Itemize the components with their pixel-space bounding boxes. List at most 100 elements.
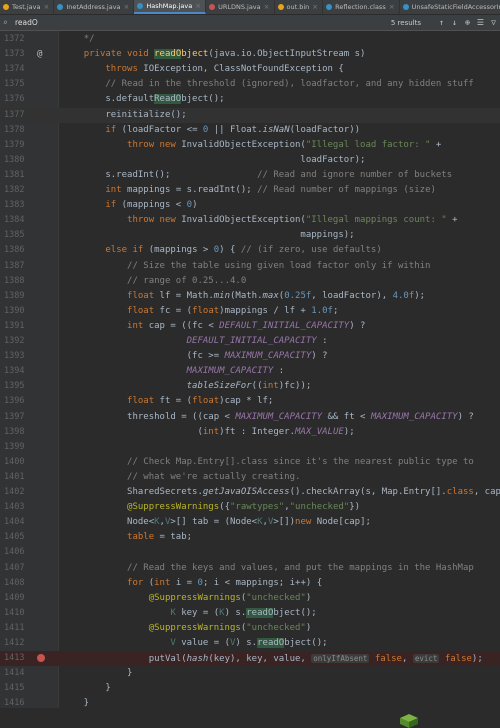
code-text[interactable]: table = tab; — [62, 530, 192, 545]
tab-5[interactable]: Reflection.class × — [323, 0, 400, 14]
code-text[interactable]: // what we're actually creating. — [62, 470, 300, 485]
code-line[interactable]: 1392 DEFAULT_INITIAL_CAPACITY : — [0, 334, 500, 349]
add-selection-icon[interactable]: ⊕ — [461, 18, 474, 27]
close-tab-icon[interactable]: × — [312, 0, 318, 14]
code-line[interactable]: 1388 // range of 0.25...4.0 — [0, 274, 500, 289]
code-line[interactable]: 1409 @SuppressWarnings("unchecked") — [0, 591, 500, 606]
code-text[interactable]: MAXIMUM_CAPACITY : — [62, 364, 285, 379]
code-text[interactable]: putVal(hash(key), key, value, onlyIfAbse… — [62, 651, 483, 667]
code-text[interactable]: DEFAULT_INITIAL_CAPACITY : — [62, 334, 328, 349]
filter-icon[interactable]: ▽ — [487, 18, 500, 27]
code-line[interactable]: 1412 V value = (V) s.readObject(); — [0, 636, 500, 651]
tab-2[interactable]: HashMap.java × — [134, 0, 207, 14]
code-line[interactable]: 1381 s.readInt(); // Read and ignore num… — [0, 168, 500, 183]
close-tab-icon[interactable]: × — [44, 0, 50, 14]
code-line[interactable]: 1384 throw new InvalidObjectException("I… — [0, 213, 500, 228]
code-text[interactable]: float lf = Math.min(Math.max(0.25f, load… — [62, 289, 425, 304]
code-line[interactable]: 1401 // what we're actually creating. — [0, 470, 500, 485]
code-line[interactable]: 1375 // Read in the threshold (ignored),… — [0, 77, 500, 92]
tab-0[interactable]: Test.java × — [0, 0, 55, 14]
code-line[interactable]: 1411 @SuppressWarnings("unchecked") — [0, 621, 500, 636]
code-text[interactable]: throw new InvalidObjectException("Illega… — [62, 213, 458, 228]
tab-3[interactable]: URLDNS.java × — [206, 0, 275, 14]
select-all-occurrences-icon[interactable]: ☰ — [474, 18, 487, 27]
code-line[interactable]: 1373 @ private void readObject(java.io.Ob… — [0, 47, 500, 62]
code-line[interactable]: 1379 throw new InvalidObjectException("I… — [0, 138, 500, 153]
code-text[interactable]: throws IOException, ClassNotFoundExcepti… — [62, 62, 343, 77]
code-line[interactable]: 1374 throws IOException, ClassNotFoundEx… — [0, 62, 500, 77]
code-text[interactable]: (int)ft : Integer.MAX_VALUE); — [62, 425, 354, 440]
code-text[interactable]: } — [62, 666, 132, 681]
code-text[interactable]: mappings); — [62, 228, 354, 243]
code-text[interactable]: loadFactor); — [62, 153, 365, 168]
code-text[interactable]: (fc >= MAXIMUM_CAPACITY) ? — [62, 349, 328, 364]
code-line[interactable]: 1391 int cap = ((fc < DEFAULT_INITIAL_CA… — [0, 319, 500, 334]
code-text[interactable]: private void readObject(java.io.ObjectIn… — [62, 47, 365, 62]
close-tab-icon[interactable]: × — [124, 0, 130, 14]
code-line[interactable]: 1390 float fc = (float)mappings / lf + 1… — [0, 304, 500, 319]
code-line[interactable]: 1380 loadFactor); — [0, 153, 500, 168]
code-text[interactable]: // range of 0.25...4.0 — [62, 274, 246, 289]
code-text[interactable]: // Read in the threshold (ignored), load… — [62, 77, 473, 92]
code-text[interactable]: for (int i = 0; i < mappings; i++) { — [62, 576, 322, 591]
tab-6[interactable]: UnsafeStaticFieldAccessorImpl.class× — [400, 0, 500, 14]
code-text[interactable]: Node<K,V>[] tab = (Node<K,V>[])new Node[… — [62, 515, 371, 530]
close-tab-icon[interactable]: × — [264, 0, 270, 14]
code-line[interactable]: 1397 threshold = ((cap < MAXIMUM_CAPACIT… — [0, 410, 500, 425]
code-line[interactable]: 1404 Node<K,V>[] tab = (Node<K,V>[])new … — [0, 515, 500, 530]
override-annotation-icon[interactable]: @ — [37, 47, 42, 62]
code-text[interactable]: tableSizeFor((int)fc)); — [62, 379, 312, 394]
code-text[interactable]: // Size the table using given load facto… — [62, 259, 430, 274]
code-text[interactable]: // Check Map.Entry[].class since it's th… — [62, 455, 474, 470]
close-tab-icon[interactable]: × — [389, 0, 395, 14]
code-line[interactable]: 1405 table = tab; — [0, 530, 500, 545]
code-text[interactable]: */ — [62, 32, 95, 47]
code-text[interactable]: @SuppressWarnings({"rawtypes","unchecked… — [62, 500, 360, 515]
code-line[interactable]: 1394 MAXIMUM_CAPACITY : — [0, 364, 500, 379]
code-text[interactable]: } — [62, 681, 110, 696]
find-input[interactable] — [13, 16, 277, 29]
code-line[interactable]: 1376 s.defaultReadObject(); — [0, 92, 500, 107]
tab-4[interactable]: out.bin × — [275, 0, 324, 14]
code-line[interactable]: 1400 // Check Map.Entry[].class since it… — [0, 455, 500, 470]
code-line[interactable]: 1408 for (int i = 0; i < mappings; i++) … — [0, 576, 500, 591]
code-text[interactable]: float ft = (float)cap * lf; — [62, 394, 273, 409]
code-text[interactable]: @SuppressWarnings("unchecked") — [62, 591, 312, 606]
code-line[interactable]: 1389 float lf = Math.min(Math.max(0.25f,… — [0, 289, 500, 304]
code-text[interactable]: // Read the keys and values, and put the… — [62, 561, 474, 576]
code-line[interactable]: 1377 reinitialize(); — [0, 107, 500, 123]
code-text[interactable]: if (loadFactor <= 0 || Float.isNaN(loadF… — [62, 123, 360, 138]
code-line[interactable]: 1403 @SuppressWarnings({"rawtypes","unch… — [0, 500, 500, 515]
code-line[interactable]: 1407 // Read the keys and values, and pu… — [0, 561, 500, 576]
code-line[interactable]: 1416 } — [0, 696, 500, 711]
code-text[interactable]: else if (mappings > 0) { // (if zero, us… — [62, 243, 381, 258]
code-line[interactable]: 1415 } — [0, 681, 500, 696]
code-text[interactable]: threshold = ((cap < MAXIMUM_CAPACITY && … — [62, 410, 474, 425]
code-line[interactable]: 1406 — [0, 545, 500, 560]
code-editor[interactable]: 1372 */ 1373 @ private void readObject(jav… — [0, 31, 500, 728]
code-line[interactable]: 1396 float ft = (float)cap * lf; — [0, 394, 500, 409]
previous-occurrence-icon[interactable]: ↑ — [435, 18, 448, 27]
code-text[interactable]: reinitialize(); — [62, 108, 186, 123]
code-text[interactable]: if (mappings < 0) — [62, 198, 197, 213]
code-text[interactable]: throw new InvalidObjectException("Illega… — [62, 138, 441, 153]
code-text[interactable]: s.readInt(); // Read and ignore number o… — [62, 168, 452, 183]
next-occurrence-icon[interactable]: ↓ — [448, 18, 461, 27]
code-text[interactable]: } — [62, 696, 89, 711]
code-text[interactable]: @SuppressWarnings("unchecked") — [62, 621, 312, 636]
tab-1[interactable]: InetAddress.java × — [54, 0, 135, 14]
code-text[interactable]: K key = (K) s.readObject(); — [62, 606, 317, 621]
code-text[interactable]: s.defaultReadObject(); — [62, 92, 225, 107]
code-text[interactable]: int cap = ((fc < DEFAULT_INITIAL_CAPACIT… — [62, 319, 365, 334]
code-line[interactable]: 1395 tableSizeFor((int)fc)); — [0, 379, 500, 394]
code-text[interactable]: V value = (V) s.readObject(); — [62, 636, 328, 651]
breakpoint-icon[interactable] — [37, 654, 45, 663]
code-line[interactable]: 1399 — [0, 440, 500, 455]
code-line[interactable]: 1413 putVal(hash(key), key, value, onlyI… — [0, 651, 500, 667]
code-line[interactable]: 1372 */ — [0, 32, 500, 47]
code-line[interactable]: 1414 } — [0, 666, 500, 681]
close-tab-icon[interactable]: × — [195, 0, 201, 13]
code-line[interactable]: 1385 mappings); — [0, 228, 500, 243]
code-text[interactable]: SharedSecrets.getJavaOISAccess().checkAr… — [62, 485, 500, 500]
code-line[interactable]: 1386 else if (mappings > 0) { // (if zer… — [0, 243, 500, 258]
